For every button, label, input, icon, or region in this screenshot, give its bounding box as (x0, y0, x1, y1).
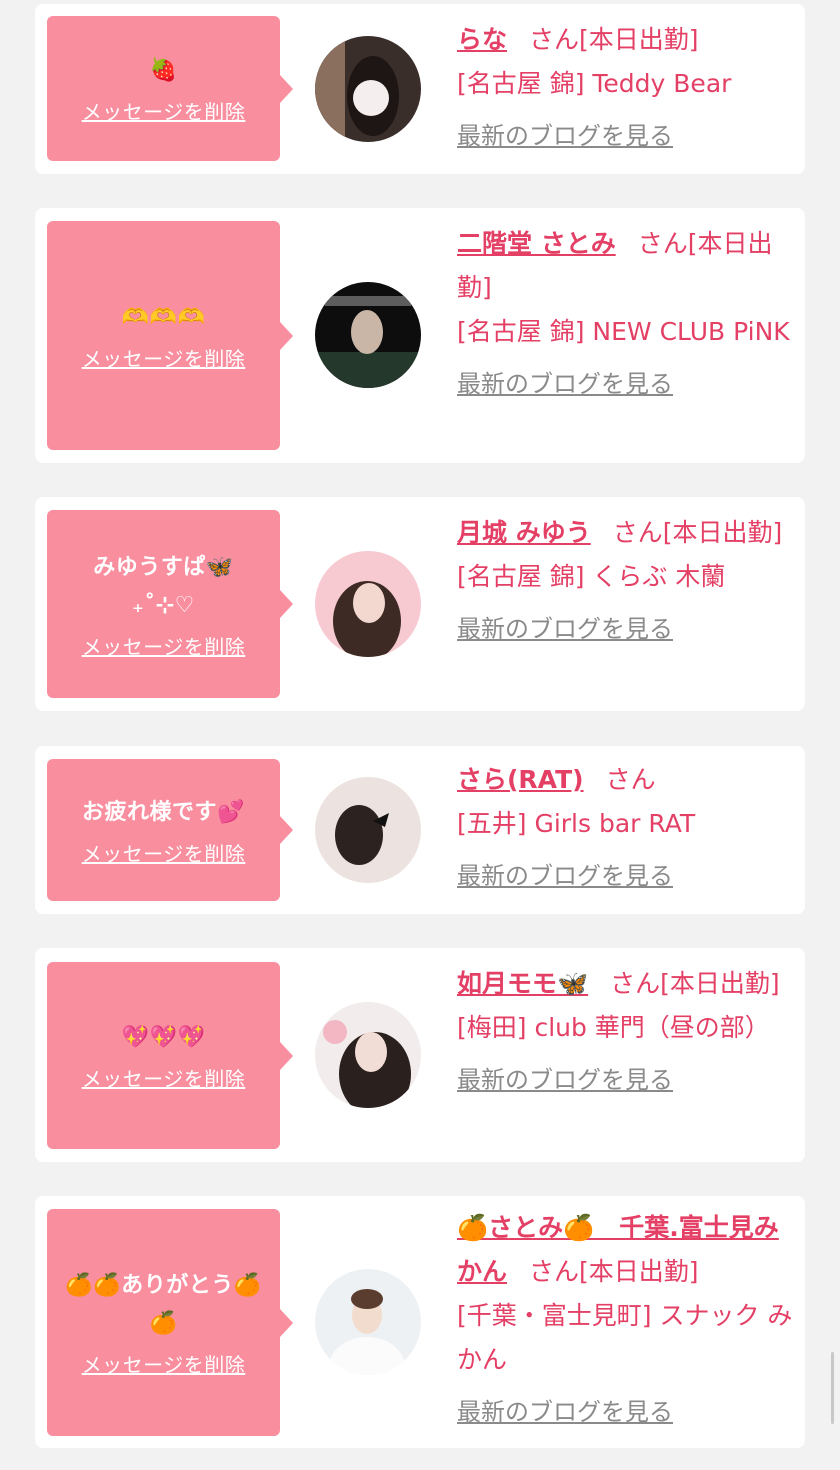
honorific: さん (529, 1257, 580, 1286)
shop-name: [千葉・富士見町] スナック みかん (457, 1301, 793, 1374)
message-text: 🍓 (149, 58, 178, 83)
scrollbar[interactable] (831, 1352, 834, 1424)
message-card: みゆうすぱ🦋 ₊˚⊹♡ メッセージを削除 月城 みゆう さん[本日出勤] [名古屋… (35, 497, 805, 711)
message-card: 🍊🍊ありがとう🍊🍊 メッセージを削除 🍊さとみ🍊 千葉.富士見みかん さん[本日出… (35, 1196, 805, 1448)
avatar[interactable] (315, 551, 421, 657)
message-text: 🫶🫶🫶 (121, 305, 206, 330)
honorific: さん (529, 25, 580, 54)
honorific: さん (610, 969, 661, 998)
shop-name: [梅田] club 華門（昼の部） (457, 1013, 770, 1042)
work-status: [本日出勤] (660, 969, 780, 998)
message-text: お疲れ様です💕 (82, 799, 245, 825)
delete-message-link[interactable]: メッセージを削除 (82, 1063, 246, 1092)
message-bubble: 🫶🫶🫶 メッセージを削除 (47, 221, 293, 450)
girl-info: 🍊さとみ🍊 千葉.富士見みかん さん[本日出勤] [千葉・富士見町] スナック み… (457, 1206, 795, 1434)
message-bubble: みゆうすぱ🦋 ₊˚⊹♡ メッセージを削除 (47, 510, 293, 698)
message-text: 💖💖💖 (121, 1025, 206, 1050)
work-status: [本日出勤] (579, 25, 699, 54)
girl-name-link[interactable]: 如月モモ🦋 (457, 969, 588, 998)
shop-name: [名古屋 錦] Teddy Bear (457, 69, 732, 98)
message-bubble: お疲れ様です💕 メッセージを削除 (47, 759, 293, 901)
latest-blog-link[interactable]: 最新のブログを見る (457, 1390, 795, 1434)
latest-blog-link[interactable]: 最新のブログを見る (457, 1058, 795, 1102)
girl-name-link[interactable]: さら(RAT) (457, 765, 584, 794)
girl-name-link[interactable]: 二階堂 さとみ (457, 229, 616, 258)
girl-info: 如月モモ🦋 さん[本日出勤] [梅田] club 華門（昼の部） 最新のブログを見… (457, 962, 795, 1102)
girl-info: さら(RAT) さん [五井] Girls bar RAT 最新のブログを見る (457, 758, 795, 898)
shop-name: [五井] Girls bar RAT (457, 809, 696, 838)
girl-info: 月城 みゆう さん[本日出勤] [名古屋 錦] くらぶ 木蘭 最新のブログを見る (457, 511, 795, 651)
delete-message-link[interactable]: メッセージを削除 (82, 1349, 246, 1378)
avatar[interactable] (315, 1002, 421, 1108)
work-status: [本日出勤] (579, 1257, 699, 1286)
avatar[interactable] (315, 36, 421, 142)
delete-message-link[interactable]: メッセージを削除 (82, 631, 246, 660)
message-bubble: 🍓 メッセージを削除 (47, 16, 293, 161)
message-bubble: 💖💖💖 メッセージを削除 (47, 962, 293, 1149)
girl-info: 二階堂 さとみ さん[本日出勤] [名古屋 錦] NEW CLUB PiNK 最新… (457, 222, 795, 406)
girl-name-link[interactable]: 月城 みゆう (457, 518, 591, 547)
delete-message-link[interactable]: メッセージを削除 (82, 343, 246, 372)
message-bubble: 🍊🍊ありがとう🍊🍊 メッセージを削除 (47, 1209, 293, 1436)
latest-blog-link[interactable]: 最新のブログを見る (457, 362, 795, 406)
latest-blog-link[interactable]: 最新のブログを見る (457, 114, 795, 158)
girl-name-link[interactable]: らな (457, 25, 507, 54)
latest-blog-link[interactable]: 最新のブログを見る (457, 854, 795, 898)
avatar[interactable] (315, 282, 421, 388)
shop-name: [名古屋 錦] くらぶ 木蘭 (457, 562, 726, 591)
girl-info: らな さん[本日出勤] [名古屋 錦] Teddy Bear 最新のブログを見る (457, 18, 795, 158)
shop-name: [名古屋 錦] NEW CLUB PiNK (457, 317, 790, 346)
delete-message-link[interactable]: メッセージを削除 (82, 838, 246, 867)
message-card: 🫶🫶🫶 メッセージを削除 二階堂 さとみ さん[本日出勤] [名古屋 錦] NEW… (35, 208, 805, 463)
honorific: さん (612, 518, 663, 547)
message-text: 🍊🍊ありがとう🍊🍊 (65, 1273, 262, 1336)
work-status: [本日出勤] (662, 518, 783, 547)
delete-message-link[interactable]: メッセージを削除 (82, 96, 246, 125)
avatar[interactable] (315, 1269, 421, 1375)
message-text: みゆうすぱ🦋 ₊˚⊹♡ (93, 554, 234, 618)
honorific: さん (605, 765, 656, 794)
latest-blog-link[interactable]: 最新のブログを見る (457, 607, 795, 651)
message-card: 🍓 メッセージを削除 らな さん[本日出勤] [名古屋 錦] Teddy Bear… (35, 4, 805, 174)
message-card: 💖💖💖 メッセージを削除 如月モモ🦋 さん[本日出勤] [梅田] club 華門（… (35, 948, 805, 1162)
honorific: さん (637, 229, 688, 258)
avatar[interactable] (315, 777, 421, 883)
message-card: お疲れ様です💕 メッセージを削除 さら(RAT) さん [五井] Girls ba… (35, 746, 805, 914)
